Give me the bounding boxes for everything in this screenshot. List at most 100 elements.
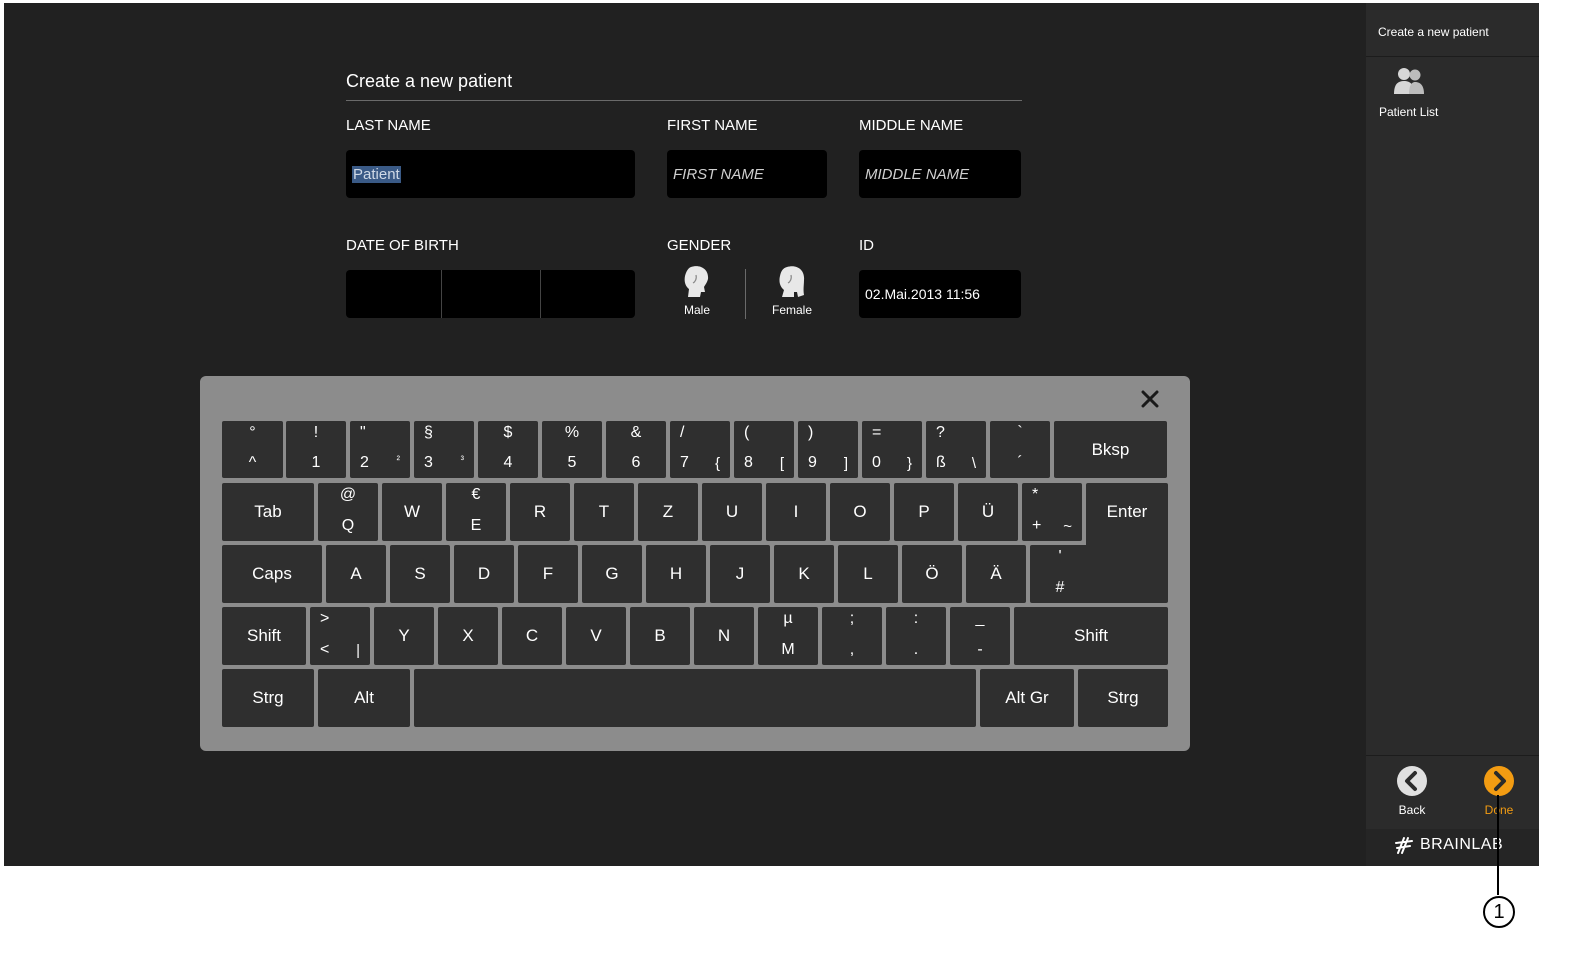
back-button[interactable]: Back: [1382, 765, 1442, 823]
key-6[interactable]: & 6: [606, 421, 666, 478]
title-divider: [346, 100, 1022, 101]
key-k[interactable]: K: [774, 545, 834, 603]
key-char-0-12[interactable]: ` ´: [990, 421, 1050, 478]
middle-name-field[interactable]: MIDDLE NAME: [859, 150, 1021, 198]
key-f[interactable]: F: [518, 545, 578, 603]
key-5[interactable]: % 5: [542, 421, 602, 478]
key-strg[interactable]: Strg: [222, 669, 314, 727]
key-bksp[interactable]: Bksp: [1054, 421, 1167, 478]
key-base-char: 9: [808, 454, 817, 471]
key-label: P: [918, 502, 930, 521]
key-e[interactable]: € E: [446, 483, 506, 541]
key-strg[interactable]: Strg: [1078, 669, 1168, 727]
dob-month-segment[interactable]: [442, 270, 540, 318]
key-altgr-char: ²: [396, 455, 400, 466]
key-shift-char: !: [313, 424, 319, 441]
key-label: R: [533, 502, 547, 521]
key-4[interactable]: $4: [478, 421, 538, 478]
key-label: Alt: [354, 688, 374, 707]
key-alt-gr[interactable]: Alt Gr: [980, 669, 1074, 727]
key-altgr-char: ~: [1063, 518, 1072, 535]
key-m[interactable]: µM: [758, 607, 818, 665]
key-enter[interactable]: Enter: [1086, 483, 1168, 603]
key-w[interactable]: W: [382, 483, 442, 541]
key-9[interactable]: ) 9]: [798, 421, 858, 478]
key-a[interactable]: A: [326, 545, 386, 603]
key-2[interactable]: " 2 ²: [350, 421, 410, 478]
key-char-3-11[interactable]: _ -: [950, 607, 1010, 665]
key-base-char: 7: [680, 454, 689, 471]
key-base-char: <: [320, 641, 330, 658]
close-icon[interactable]: [1137, 386, 1163, 412]
key-[interactable]: Ä: [966, 545, 1026, 603]
key-p[interactable]: P: [894, 483, 954, 541]
key-x[interactable]: X: [438, 607, 498, 665]
key-b[interactable]: B: [630, 607, 690, 665]
last-name-field[interactable]: Patient: [346, 150, 635, 198]
key-label: C: [525, 626, 539, 645]
key-7[interactable]: / 7 {: [670, 421, 730, 478]
key-shift[interactable]: Shift: [1014, 607, 1168, 665]
key-char-0-0[interactable]: ° ^: [222, 421, 283, 478]
last-name-label: LAST NAME: [346, 117, 431, 134]
key-char-3-10[interactable]: :.: [886, 607, 946, 665]
key-0[interactable]: = 0}: [862, 421, 922, 478]
key-tab[interactable]: Tab: [222, 483, 314, 541]
key-h[interactable]: H: [646, 545, 706, 603]
key-s[interactable]: S: [390, 545, 450, 603]
key-alt[interactable]: Alt: [318, 669, 410, 727]
key-char-3-1[interactable]: > < |: [310, 607, 370, 665]
dob-year-segment[interactable]: [541, 270, 635, 318]
key-8[interactable]: (8 [: [734, 421, 794, 478]
first-name-field[interactable]: FIRST NAME: [667, 150, 827, 198]
key-shift-char: &: [630, 424, 642, 441]
key-shift[interactable]: Shift: [222, 607, 306, 665]
key-[interactable]: Ü: [958, 483, 1018, 541]
key-altgr-char: ]: [843, 455, 848, 472]
key-r[interactable]: R: [510, 483, 570, 541]
key-label: I: [793, 502, 799, 521]
key-d[interactable]: D: [454, 545, 514, 603]
key-char-0-11[interactable]: ? ß \: [926, 421, 986, 478]
id-field[interactable]: 02.Mai.2013 11:56: [859, 270, 1021, 318]
gender-male-button[interactable]: Male: [665, 265, 729, 323]
key-altgr-char: \: [971, 455, 976, 472]
key-shift-char: $: [503, 424, 513, 441]
patient-list-button[interactable]: Patient List: [1376, 67, 1456, 123]
key-caps[interactable]: Caps: [222, 545, 322, 603]
key-g[interactable]: G: [582, 545, 642, 603]
key-u[interactable]: U: [702, 483, 762, 541]
key-z[interactable]: Z: [638, 483, 698, 541]
key-space[interactable]: [414, 669, 976, 727]
dob-day-segment[interactable]: [346, 270, 441, 318]
key-l[interactable]: L: [838, 545, 898, 603]
gender-female-button[interactable]: Female: [760, 265, 824, 323]
key-label: T: [598, 502, 610, 521]
key-base-char: 0: [872, 454, 881, 471]
key-i[interactable]: I: [766, 483, 826, 541]
key-1[interactable]: ! 1: [286, 421, 346, 478]
key-label: Bksp: [1091, 439, 1130, 459]
key-c[interactable]: C: [502, 607, 562, 665]
key-o[interactable]: O: [830, 483, 890, 541]
key-label: A: [350, 564, 362, 583]
key-3[interactable]: § 3 ³: [414, 421, 474, 478]
key-t[interactable]: T: [574, 483, 634, 541]
key-n[interactable]: N: [694, 607, 754, 665]
key-char-2-12[interactable]: ' #: [1030, 545, 1090, 603]
key-v[interactable]: V: [566, 607, 626, 665]
brand-logo: BRAINLAB: [1394, 836, 1503, 854]
key-label: J: [735, 564, 745, 583]
key-label: Enter: [1106, 502, 1148, 521]
key-j[interactable]: J: [710, 545, 770, 603]
key-label: G: [605, 564, 619, 583]
done-button[interactable]: Done: [1469, 765, 1529, 823]
key-shift-char: ': [1058, 548, 1062, 565]
key-[interactable]: Ö: [902, 545, 962, 603]
key-y[interactable]: Y: [374, 607, 434, 665]
key-label: V: [590, 626, 602, 645]
key-char-1-12[interactable]: * + ~: [1022, 483, 1082, 541]
done-label: Done: [1484, 803, 1514, 817]
key-char-3-9[interactable]: ;,: [822, 607, 882, 665]
key-q[interactable]: @ Q: [318, 483, 378, 541]
